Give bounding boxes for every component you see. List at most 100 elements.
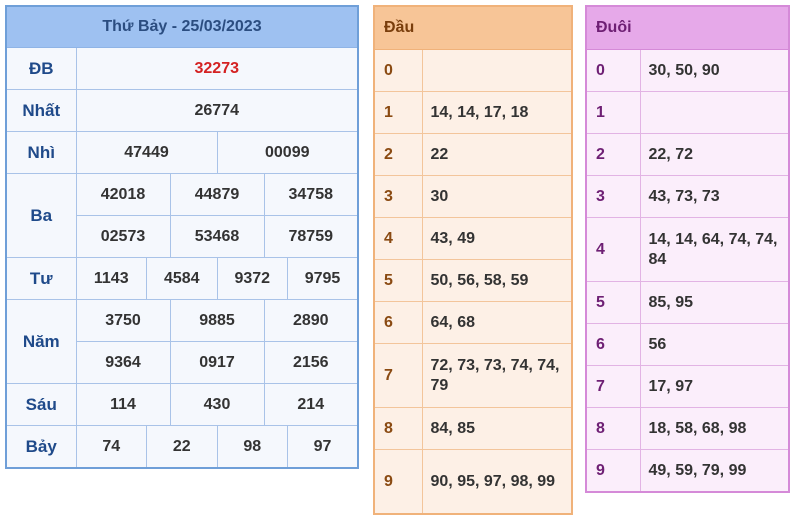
prize-ba-value: 02573 [75,215,171,258]
head-row: 7 72, 73, 73, 74, 74, 79 [373,343,573,408]
prize-label-ba: Ba [5,173,77,258]
prize-ba-value: 53468 [169,215,265,258]
results-table: Thứ Bảy - 25/03/2023 ĐB 32273 Nhất 26774… [5,5,359,469]
prize-row-sau: Sáu 114 430 214 [5,383,359,426]
head-digit: 5 [373,259,423,302]
tail-numbers: 22, 72 [639,133,790,176]
prize-row-nhat: Nhất 26774 [5,89,359,132]
prize-row-nam: Năm 3750 9885 2890 [5,299,359,384]
prize-label-nam: Năm [5,299,77,384]
tail-row: 1 [585,91,790,134]
prize-ba-value: 34758 [263,173,359,216]
tail-numbers: 17, 97 [639,365,790,408]
head-numbers: 43, 49 [421,217,573,260]
head-numbers: 50, 56, 58, 59 [421,259,573,302]
head-digit: 9 [373,449,423,515]
tail-table: Đuôi 0 30, 50, 90 1 2 22, 72 3 43, 73, 73 4… [585,5,790,493]
head-digit: 3 [373,175,423,218]
prize-sau-value: 430 [169,383,265,426]
tail-numbers: 18, 58, 68, 98 [639,407,790,450]
tail-row: 5 85, 95 [585,281,790,324]
prize-nam-value: 2890 [263,299,359,342]
tail-row: 0 30, 50, 90 [585,49,790,92]
tail-numbers: 49, 59, 79, 99 [639,449,790,493]
head-numbers: 72, 73, 73, 74, 74, 79 [421,343,573,408]
prize-sau-value: 114 [75,383,171,426]
prize-nam-value: 2156 [263,341,359,384]
prize-ba-value: 78759 [263,215,359,258]
prize-nam-value: 0917 [169,341,265,384]
tail-row: 7 17, 97 [585,365,790,408]
tail-digit: 5 [585,281,641,324]
head-numbers [421,49,573,92]
prize-nam-value: 3750 [75,299,171,342]
head-row: 3 30 [373,175,573,218]
tail-digit: 2 [585,133,641,176]
results-title: Thứ Bảy - 25/03/2023 [5,5,359,48]
prize-nam-value: 9364 [75,341,171,384]
prize-row-nhi: Nhì 47449 00099 [5,131,359,174]
tail-digit: 6 [585,323,641,366]
tail-digit: 3 [585,175,641,218]
prize-db-value: 32273 [75,47,359,90]
prize-nhi-value: 47449 [75,131,218,174]
tail-digit: 9 [585,449,641,493]
tail-numbers [639,91,790,134]
head-numbers: 14, 14, 17, 18 [421,91,573,134]
prize-label-db: ĐB [5,47,77,90]
prize-tu-value: 9372 [216,257,288,300]
tail-digit: 8 [585,407,641,450]
tail-digit: 1 [585,91,641,134]
prize-sau-value: 214 [263,383,359,426]
tail-row: 2 22, 72 [585,133,790,176]
head-table: Đầu 0 1 14, 14, 17, 18 2 22 3 30 4 43, 49 55… [373,5,573,515]
prize-label-nhat: Nhất [5,89,77,132]
tail-digit: 7 [585,365,641,408]
prize-nam-value: 9885 [169,299,265,342]
head-digit: 2 [373,133,423,176]
prize-row-ba: Ba 42018 44879 34758 [5,173,359,258]
prize-row-db: ĐB 32273 [5,47,359,90]
tail-digit: 4 [585,217,641,282]
head-numbers: 84, 85 [421,407,573,450]
tail-numbers: 85, 95 [639,281,790,324]
tail-numbers: 30, 50, 90 [639,49,790,92]
tail-digit: 0 [585,49,641,92]
head-numbers: 22 [421,133,573,176]
head-row: 8 84, 85 [373,407,573,450]
tail-row: 6 56 [585,323,790,366]
tail-row: 4 14, 14, 64, 74, 74, 84 [585,217,790,282]
prize-bay-value: 74 [75,425,147,469]
head-numbers: 90, 95, 97, 98, 99 [421,449,573,515]
prize-bay-value: 97 [287,425,359,469]
tail-numbers: 14, 14, 64, 74, 74, 84 [639,217,790,282]
head-digit: 4 [373,217,423,260]
head-row: 9 90, 95, 97, 98, 99 [373,449,573,515]
prize-tu-value: 9795 [287,257,359,300]
head-digit: 7 [373,343,423,408]
tail-row: 9 49, 59, 79, 99 [585,449,790,493]
head-title: Đầu [373,5,573,50]
head-numbers: 30 [421,175,573,218]
prize-tu-value: 4584 [146,257,218,300]
tail-numbers: 56 [639,323,790,366]
prize-row-tu: Tư 1143 4584 9372 9795 [5,257,359,300]
tail-row: 3 43, 73, 73 [585,175,790,218]
head-digit: 1 [373,91,423,134]
prize-nhat-value: 26774 [75,89,359,132]
head-row: 6 64, 68 [373,301,573,344]
prize-label-tu: Tư [5,257,77,300]
tail-title: Đuôi [585,5,790,50]
prize-bay-value: 98 [216,425,288,469]
prize-ba-value: 42018 [75,173,171,216]
head-digit: 6 [373,301,423,344]
head-row: 2 22 [373,133,573,176]
head-digit: 0 [373,49,423,92]
head-digit: 8 [373,407,423,450]
prize-bay-value: 22 [146,425,218,469]
head-row: 4 43, 49 [373,217,573,260]
tail-numbers: 43, 73, 73 [639,175,790,218]
head-row: 5 50, 56, 58, 59 [373,259,573,302]
prize-tu-value: 1143 [75,257,147,300]
prize-row-bay: Bảy 74 22 98 97 [5,425,359,469]
